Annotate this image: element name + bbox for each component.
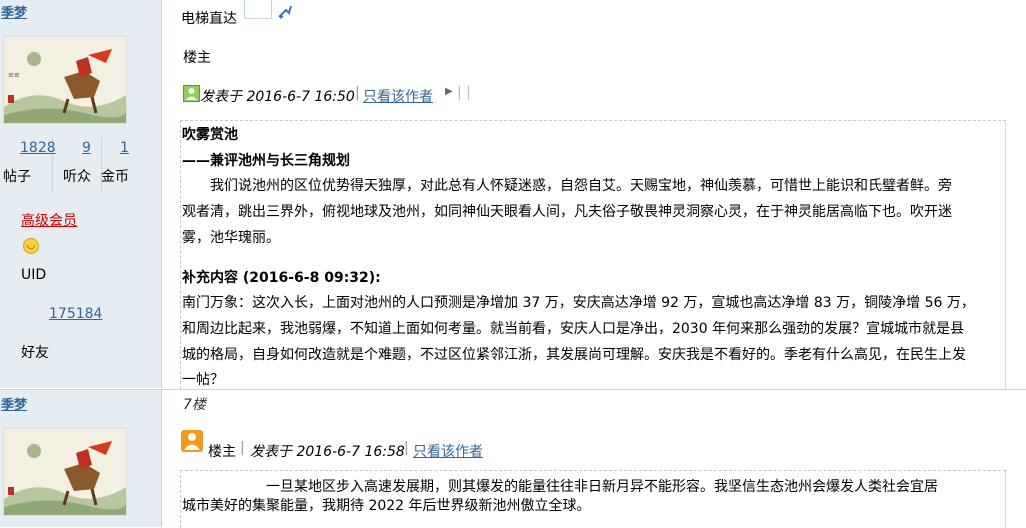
avatar-image [4,429,126,515]
floor-label: 楼主 [183,50,211,66]
stat-listeners-label: 听众 [63,169,91,185]
post-paragraph-line: 我们说池州的区位优势得天独厚，对此总有人怀疑迷惑，自怨自艾。天赐宝地，神仙羡慕，… [182,178,952,194]
post2-username[interactable]: 季梦 [1,394,27,413]
elevator-input[interactable] [244,0,272,19]
stat-listeners-count[interactable]: 9 [82,140,91,156]
post1-sep1: | [355,85,360,101]
post-paragraph-line: 雾，池华瑰丽。 [182,230,280,246]
author-tag: 楼主 [208,444,236,460]
post-title: 吹雾赏池 [182,127,238,143]
elevator-label: 电梯直达 [181,11,237,27]
floor-number: 7楼 [183,397,206,413]
supplement-line: 和周边比起来，我池弱爆，不知道上面如何考量。就当前看，安庆人口是净出，2030 … [182,321,965,337]
post-time: 发表于 2016-6-7 16:58 [250,444,405,460]
post-time: 发表于 2016-6-7 16:50 [200,89,355,105]
post-subtitle: ——兼评池州与长三角规划 [182,153,350,169]
only-author-link[interactable]: 只看该作者 [413,441,483,461]
post2-avatar[interactable] [3,428,127,516]
post1-avatar[interactable]: ≡≡ [3,36,127,124]
stat-coins-count[interactable]: 1 [120,140,129,156]
only-author-link[interactable]: 只看该作者 [363,86,433,106]
author-badge-icon [181,430,203,452]
stat-coins-label: 金币 [101,169,129,185]
post1-sidebar: 季梦 ≡≡ 1828 帖子 9 听众 1 金币 高级会员 ◡ UID 17518… [0,0,162,388]
online-status-icon [183,85,200,102]
smiley-icon: ◡ [23,238,39,254]
post2-body-line: 城市美好的集聚能量，我期待 2022 年后世界级新池州傲立全球。 [182,498,591,514]
supplement-title: 补充内容 (2016-6-8 09:32): [182,270,381,286]
post1-username[interactable]: 季梦 [1,2,27,21]
supplement-line: 城的格局，自身如何改造就是个难题，不过区位紧邻江浙，其发展尚可理解。安庆我是不看… [182,347,966,363]
post1-stats: 1828 帖子 9 听众 1 金币 [0,136,161,194]
post-paragraph-line: 观者清，跳出三界外，俯视地球及池州，如同神仙天眼看人间，凡夫俗子敬畏神灵洞察心灵… [182,204,952,220]
supplement-line: 南门万象：这次入长，上面对池州的人口预测是净增加 37 万，安庆高达净增 92 … [182,295,975,311]
post1-sep2: | | [457,85,471,101]
post2-body-line: 一旦某地区步入高速发展期，则其爆发的能量往往非日新月异不能形容。我坚信生态池州会… [182,479,938,495]
post2-sep1: | [240,440,245,456]
svg-text:≡≡: ≡≡ [8,71,20,79]
post2-sep2: | [404,440,409,456]
friends-label: 好友 [21,345,49,361]
post2-sidebar: 季梦 [0,390,162,527]
uid-label: UID [21,267,47,283]
uid-value[interactable]: 175184 [49,306,102,322]
avatar-image: ≡≡ [4,37,126,123]
arrow-right-icon[interactable]: ▶ [445,86,453,97]
elevator-go-icon[interactable] [277,4,293,20]
rank-link[interactable]: 高级会员 [21,210,77,230]
stat-posts-label: 帖子 [3,169,31,185]
stat-posts-count[interactable]: 1828 [20,140,56,156]
supplement-line: 一帖？ [182,372,224,388]
